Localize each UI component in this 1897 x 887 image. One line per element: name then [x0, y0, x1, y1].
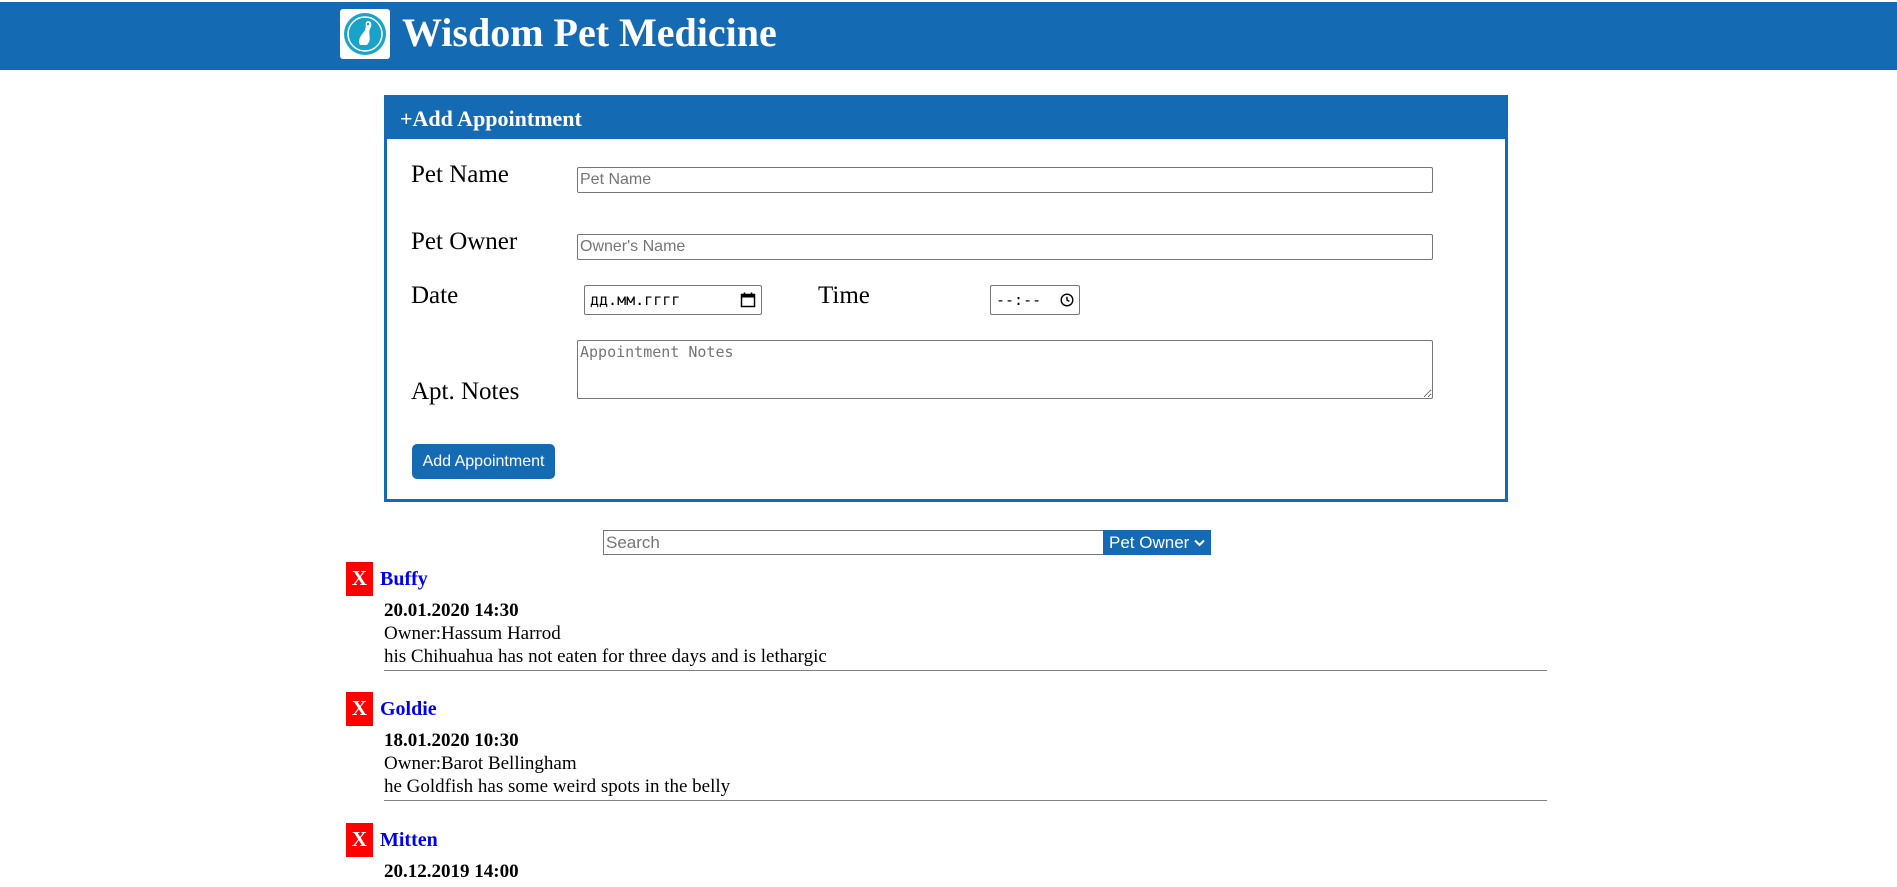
pet-name[interactable]: Goldie [380, 698, 437, 721]
logo [340, 9, 390, 59]
appointment-notes: he Goldfish has some weird spots in the … [384, 776, 731, 797]
appointment-date: 18.01.2020 10:30 [384, 730, 519, 751]
notes-label: Apt. Notes [411, 378, 520, 405]
clock-icon[interactable] [1060, 293, 1074, 307]
date-label: Date [411, 282, 459, 309]
search-input[interactable] [603, 530, 1104, 555]
app-header: Wisdom Pet Medicine [0, 2, 1897, 70]
appointment-notes: his Chihuahua has not eaten for three da… [384, 646, 827, 667]
app-title: Wisdom Pet Medicine [402, 10, 777, 55]
sort-dropdown-button[interactable]: Pet Owner [1103, 530, 1211, 555]
date-input[interactable]: дд.мм.гггг [584, 285, 762, 315]
add-appointment-button[interactable]: Add Appointment [412, 444, 555, 479]
date-placeholder: дд.мм.гггг [590, 291, 681, 309]
appointment-date: 20.01.2020 14:30 [384, 600, 519, 621]
delete-button[interactable]: X [346, 562, 373, 596]
appointment-owner: Owner:Hassum Harrod [384, 623, 561, 644]
divider [384, 670, 1547, 671]
divider [384, 800, 1547, 801]
delete-button[interactable]: X [346, 823, 373, 857]
calendar-icon[interactable] [740, 292, 756, 308]
pet-name[interactable]: Mitten [380, 829, 438, 852]
sort-label: Pet Owner [1109, 533, 1190, 552]
pet-owner-label: Pet Owner [411, 228, 518, 255]
appointment-owner: Owner:Barot Bellingham [384, 753, 577, 774]
add-appointment-panel: +Add Appointment Pet Name Pet Owner Date… [384, 95, 1508, 502]
time-input[interactable]: --:-- [990, 285, 1080, 315]
time-label: Time [818, 282, 870, 309]
pet-name-input[interactable] [577, 167, 1433, 193]
time-placeholder: --:-- [996, 291, 1042, 309]
pet-logo-icon [344, 13, 386, 55]
pet-owner-input[interactable] [577, 234, 1433, 260]
delete-button[interactable]: X [346, 692, 373, 726]
appointment-date: 20.12.2019 14:00 [384, 861, 519, 882]
add-appointment-toggle[interactable]: +Add Appointment [387, 98, 1505, 139]
notes-textarea[interactable] [577, 340, 1433, 399]
chevron-down-icon [1194, 539, 1206, 547]
pet-name[interactable]: Buffy [380, 568, 428, 591]
pet-name-label: Pet Name [411, 161, 509, 188]
